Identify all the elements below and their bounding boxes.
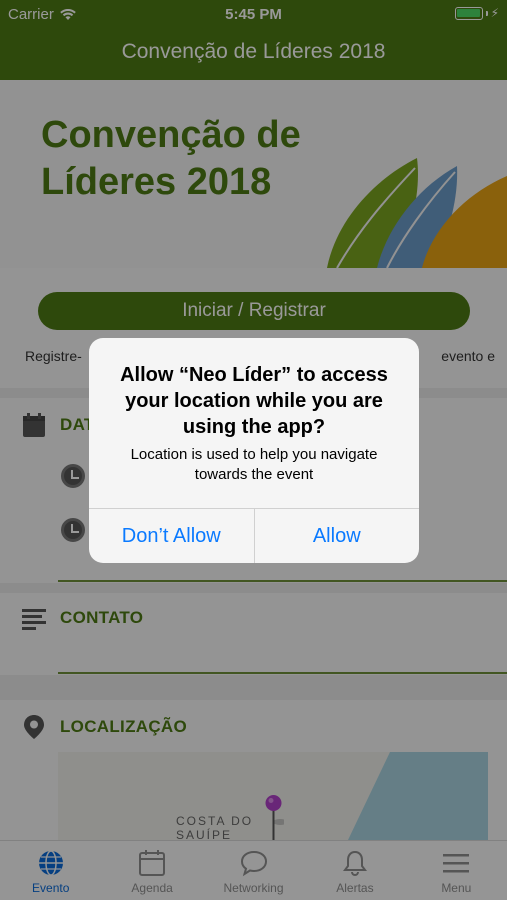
allow-button[interactable]: Allow bbox=[253, 509, 420, 563]
alert-actions: Don’t Allow Allow bbox=[89, 508, 419, 563]
alert-message: Location is used to help you navigate to… bbox=[130, 446, 378, 483]
location-permission-alert: Allow “Neo Líder” to access your locatio… bbox=[89, 338, 419, 563]
alert-title: Allow “Neo Líder” to access your locatio… bbox=[120, 364, 388, 438]
dont-allow-button[interactable]: Don’t Allow bbox=[89, 509, 254, 563]
